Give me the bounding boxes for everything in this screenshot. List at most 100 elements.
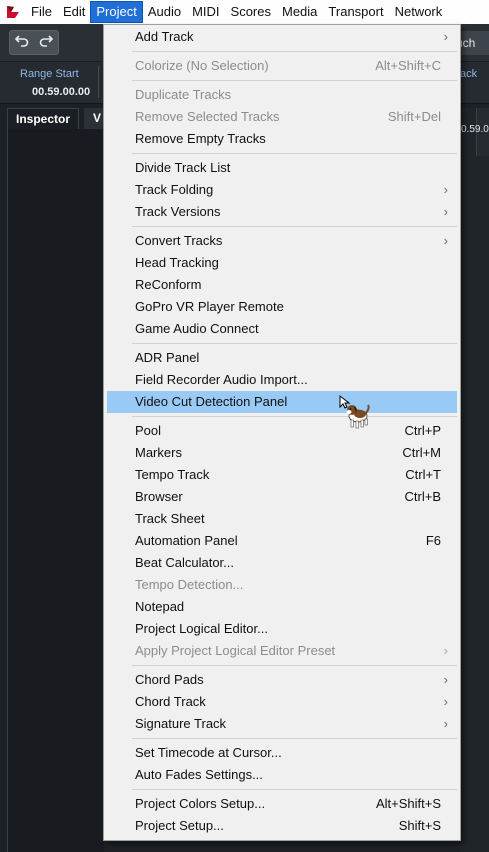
menu-audio[interactable]: Audio — [143, 2, 186, 22]
menu-item-shortcut: Ctrl+P — [404, 423, 441, 438]
menu-item-label: Head Tracking — [135, 255, 219, 270]
menu-edit[interactable]: Edit — [58, 2, 90, 22]
menu-item-game-audio-connect[interactable]: Game Audio Connect — [104, 318, 460, 340]
menu-item-head-tracking[interactable]: Head Tracking — [104, 252, 460, 274]
redo-icon[interactable] — [38, 32, 54, 53]
menu-item-shortcut: Alt+Shift+C — [375, 58, 441, 73]
menu-item-label: Beat Calculator... — [135, 555, 234, 570]
dog-cursor-icon — [338, 394, 372, 430]
menu-item-label: Tempo Track — [135, 467, 210, 482]
menu-item-track-sheet[interactable]: Track Sheet — [104, 508, 460, 530]
ruler-value: 0.59.0 — [461, 124, 489, 135]
menu-item-label: Game Audio Connect — [135, 321, 259, 336]
menu-item-reconform[interactable]: ReConform — [104, 274, 460, 296]
menu-item-set-timecode-at-cursor[interactable]: Set Timecode at Cursor... — [104, 742, 460, 764]
menu-item-shortcut: Ctrl+B — [404, 489, 441, 504]
menu-separator — [104, 735, 460, 742]
tab-inspector[interactable]: Inspector — [7, 108, 79, 130]
menu-network[interactable]: Network — [390, 2, 448, 22]
tab-visibility[interactable]: V — [84, 108, 104, 130]
menu-item-label: GoPro VR Player Remote — [135, 299, 284, 314]
menu-item-video-cut-detection-panel[interactable]: Video Cut Detection Panel — [107, 391, 457, 413]
menu-item-beat-calculator[interactable]: Beat Calculator... — [104, 552, 460, 574]
menu-item-automation-panel[interactable]: Automation Panel F6 — [104, 530, 460, 552]
menu-item-field-recorder-audio-import[interactable]: Field Recorder Audio Import... — [104, 369, 460, 391]
menu-item-label: Signature Track — [135, 716, 227, 731]
menu-item-label: ADR Panel — [135, 350, 200, 365]
menu-separator — [104, 77, 460, 84]
menu-file[interactable]: File — [26, 2, 57, 22]
menu-item-track-versions[interactable]: Track Versions › — [104, 201, 460, 223]
menu-item-signature-track[interactable]: Signature Track › — [104, 713, 460, 735]
chevron-right-icon: › — [443, 694, 448, 709]
menu-item-track-folding[interactable]: Track Folding › — [104, 179, 460, 201]
project-menu-dropdown: Add Track › Colorize (No Selection) Alt+Shi… — [103, 24, 461, 841]
menu-item-label: Auto Fades Settings... — [135, 767, 263, 782]
menu-scores[interactable]: Scores — [226, 2, 276, 22]
menu-item-label: Set Timecode at Cursor... — [135, 745, 282, 760]
range-start-value[interactable]: 00.59.00.00 — [32, 86, 90, 98]
undo-icon[interactable] — [14, 32, 30, 53]
menu-item-shortcut: Ctrl+T — [405, 467, 441, 482]
menu-item-notepad[interactable]: Notepad — [104, 596, 460, 618]
menu-item-markers[interactable]: Markers Ctrl+M — [104, 442, 460, 464]
menu-item-apply-project-logical-editor-preset: Apply Project Logical Editor Preset › — [104, 640, 460, 662]
chevron-right-icon: › — [443, 233, 448, 248]
menu-transport[interactable]: Transport — [323, 2, 388, 22]
menu-item-label: Project Logical Editor... — [135, 621, 268, 636]
menu-midi[interactable]: MIDI — [187, 2, 224, 22]
menu-item-label: Video Cut Detection Panel — [135, 394, 288, 409]
menu-item-label: Tempo Detection... — [135, 577, 244, 592]
menu-project[interactable]: Project — [90, 1, 143, 23]
menu-item-label: Project Colors Setup... — [135, 796, 266, 811]
project-window-edge — [460, 108, 489, 852]
menu-item-label: Field Recorder Audio Import... — [135, 372, 308, 387]
menu-item-label: Track Folding — [135, 182, 214, 197]
menu-item-shortcut: Ctrl+M — [402, 445, 441, 460]
menu-item-browser[interactable]: Browser Ctrl+B — [104, 486, 460, 508]
menu-item-chord-track[interactable]: Chord Track › — [104, 691, 460, 713]
track-label: ack — [460, 68, 478, 80]
menu-item-project-colors-setup[interactable]: Project Colors Setup... Alt+Shift+S — [104, 793, 460, 815]
menu-separator — [104, 413, 460, 420]
cubase-logo-icon[interactable] — [0, 0, 26, 24]
info-divider — [98, 66, 99, 98]
menu-item-add-track[interactable]: Add Track › — [104, 26, 460, 48]
menu-item-remove-empty-tracks[interactable]: Remove Empty Tracks — [104, 128, 460, 150]
chevron-right-icon: › — [443, 716, 448, 731]
menu-item-label: Add Track — [135, 29, 194, 44]
menu-bar: File Edit Project Audio MIDI Scores Media Trans… — [0, 0, 489, 24]
menu-item-project-setup[interactable]: Project Setup... Shift+S — [104, 815, 460, 837]
menu-item-convert-tracks[interactable]: Convert Tracks › — [104, 230, 460, 252]
chevron-right-icon: › — [443, 182, 448, 197]
menu-item-adr-panel[interactable]: ADR Panel — [104, 347, 460, 369]
menu-item-chord-pads[interactable]: Chord Pads › — [104, 669, 460, 691]
menu-item-label: Browser — [135, 489, 183, 504]
menu-item-shortcut: Shift+S — [398, 818, 441, 833]
menu-item-pool[interactable]: Pool Ctrl+P — [104, 420, 460, 442]
undo-redo-group — [9, 30, 59, 55]
menu-item-label: Pool — [135, 423, 162, 438]
menu-item-label: Chord Pads — [135, 672, 204, 687]
menu-separator — [104, 340, 460, 347]
menu-item-label: Track Versions — [135, 204, 221, 219]
chevron-right-icon: › — [443, 643, 448, 658]
menu-separator — [104, 662, 460, 669]
menu-item-shortcut: F6 — [425, 533, 441, 548]
menu-item-remove-selected-tracks: Remove Selected Tracks Shift+Del — [104, 106, 460, 128]
menu-media[interactable]: Media — [277, 2, 322, 22]
menu-separator — [104, 150, 460, 157]
menu-item-shortcut: Shift+Del — [387, 109, 441, 124]
menu-item-tempo-track[interactable]: Tempo Track Ctrl+T — [104, 464, 460, 486]
menu-item-auto-fades-settings[interactable]: Auto Fades Settings... — [104, 764, 460, 786]
menu-item-label: Remove Empty Tracks — [135, 131, 266, 146]
menu-item-colorize-no-selection: Colorize (No Selection) Alt+Shift+C — [104, 55, 460, 77]
menu-item-label: Divide Track List — [135, 160, 231, 175]
menu-item-label: Colorize (No Selection) — [135, 58, 269, 73]
menu-item-project-logical-editor[interactable]: Project Logical Editor... — [104, 618, 460, 640]
menu-item-divide-track-list[interactable]: Divide Track List — [104, 157, 460, 179]
menu-item-gopro-vr-player-remote[interactable]: GoPro VR Player Remote — [104, 296, 460, 318]
chevron-right-icon: › — [443, 672, 448, 687]
menu-item-label: Convert Tracks — [135, 233, 223, 248]
chevron-right-icon: › — [443, 204, 448, 219]
